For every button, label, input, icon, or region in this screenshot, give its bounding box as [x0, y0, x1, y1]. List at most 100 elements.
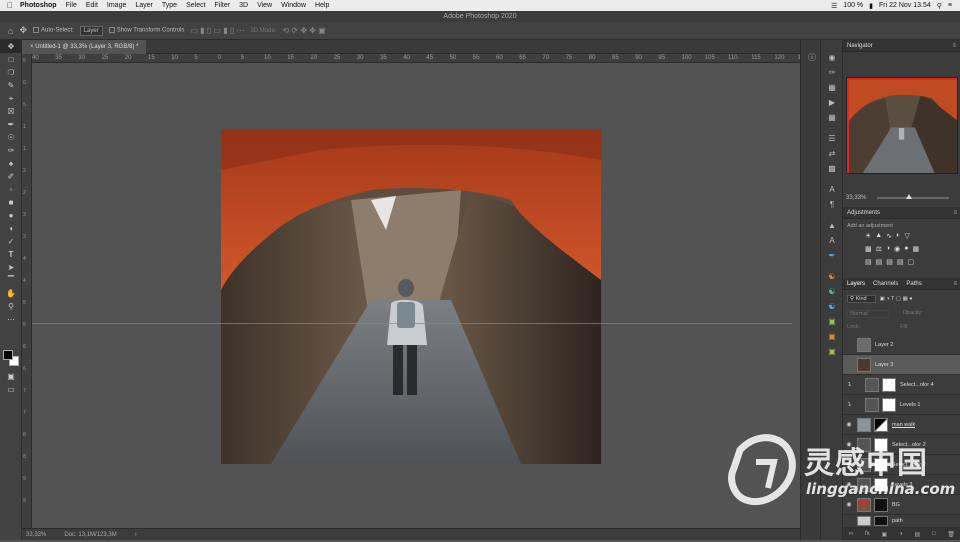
brightness-icon[interactable]: ☀ — [865, 232, 871, 240]
photo-filter-icon[interactable]: ◉ — [894, 245, 900, 253]
move-tool-icon[interactable]: ✥ — [19, 25, 27, 36]
transform-controls-checkbox[interactable]: Show Transform Controls — [108, 27, 184, 34]
tab-layers[interactable]: Layers — [847, 281, 865, 287]
layer-name[interactable]: Layer 3 — [875, 362, 893, 368]
menu-edit[interactable]: Edit — [86, 2, 98, 9]
plugin-icon-2[interactable]: ☯ — [821, 284, 843, 299]
menu-image[interactable]: Image — [107, 2, 126, 9]
layer-name[interactable]: Select...olor 2 — [892, 442, 926, 448]
layer-mask-thumbnail[interactable] — [874, 477, 888, 492]
layer-name[interactable]: Select...olor 2 — [892, 462, 926, 468]
properties-icon[interactable]: ☰ — [821, 131, 843, 146]
layer-mask-thumbnail[interactable] — [882, 377, 896, 392]
layer-row[interactable]: ◉ BG — [843, 495, 960, 515]
brush-tool-icon[interactable]: ✑ — [0, 144, 22, 157]
plugin-icon-5[interactable]: ▣ — [821, 329, 843, 344]
menu-filter[interactable]: Filter — [215, 2, 231, 9]
layer-name[interactable]: path — [892, 518, 903, 524]
color-balance-icon[interactable]: ⚖ — [876, 245, 882, 253]
hue-sat-icon[interactable]: ▩ — [865, 245, 872, 253]
adjust-icon[interactable]: ⇄ — [821, 146, 843, 161]
opacity-label[interactable]: Opacity: — [903, 310, 923, 318]
history-icon[interactable]: ◉ — [821, 50, 843, 65]
3d-mode-icons[interactable]: ⟲ ⟳ ✥ ✥ ▣ — [282, 26, 325, 35]
search-icon[interactable]: ⚲ — [937, 2, 942, 10]
lock-label[interactable]: Lock: — [847, 324, 860, 330]
layer-row[interactable]: ◉ Select...olor 2 — [843, 455, 960, 475]
layer-row[interactable]: path — [843, 515, 960, 528]
fx-icon[interactable]: fx — [865, 531, 870, 537]
layer-row-selected[interactable]: Layer 3 — [843, 355, 960, 375]
close-icon[interactable]: × — [30, 44, 34, 50]
navigator-view-frame[interactable] — [847, 78, 957, 173]
menu-list-icon[interactable]: ≡ — [948, 2, 952, 9]
layer-name[interactable]: Layer 2 — [875, 342, 893, 348]
brush-settings-icon[interactable]: ✑ — [821, 65, 843, 80]
layer-row[interactable]: Layer 2 — [843, 335, 960, 355]
layer-mask-thumbnail[interactable] — [874, 417, 888, 432]
adjustment-layer-icon[interactable]: ◑ — [899, 531, 903, 537]
eye-icon[interactable]: ◉ — [843, 461, 855, 468]
layer-mask-thumbnail[interactable] — [874, 457, 888, 472]
menu-help[interactable]: Help — [315, 2, 329, 9]
blend-mode-select[interactable]: Normal — [847, 310, 889, 318]
channel-mixer-icon[interactable]: ● — [904, 245, 908, 253]
panel-menu-icon[interactable]: ≡ — [953, 281, 957, 287]
eye-icon[interactable]: ◉ — [843, 421, 855, 428]
screen-mode-icon[interactable]: ▭ — [0, 383, 22, 396]
mask-icon[interactable]: ▣ — [882, 531, 888, 538]
layer-name[interactable]: man walk — [892, 422, 915, 428]
libraries-icon[interactable]: ▩ — [821, 161, 843, 176]
healing-tool-icon[interactable]: ☉ — [0, 131, 22, 144]
layer-row[interactable]: ↴ Levels 1 — [843, 395, 960, 415]
eraser-tool-icon[interactable]: ▫ — [0, 183, 22, 196]
horizontal-guide[interactable] — [32, 323, 792, 324]
pen-tool-icon[interactable]: ✓ — [0, 235, 22, 248]
adjustments-header[interactable]: Adjustments ≡ — [843, 207, 960, 219]
layer-filter-kind[interactable]: ⚲ Kind — [847, 295, 876, 303]
navigator-header[interactable]: Navigator ≡ — [843, 40, 960, 52]
fill-label[interactable]: Fill: — [900, 324, 909, 330]
vertical-ruler[interactable]: 5 0 5 1 1 2 2 3 3 4 4 5 5 6 6 7 7 8 8 9 9 — [22, 54, 32, 528]
character-icon[interactable]: A — [821, 182, 843, 197]
3d-icon[interactable]: ▲ — [821, 218, 843, 233]
navigator-zoom-slider[interactable] — [877, 194, 949, 199]
crop-tool-icon[interactable]: ⌖ — [0, 92, 22, 105]
link-icon[interactable]: ∞ — [849, 531, 853, 537]
menu-window[interactable]: Window — [281, 2, 306, 9]
swatches-icon[interactable]: ▦ — [821, 80, 843, 95]
menu-layer[interactable]: Layer — [135, 2, 153, 9]
eye-icon[interactable]: ◉ — [843, 501, 855, 508]
layer-mask-thumbnail[interactable] — [874, 437, 888, 452]
wifi-icon[interactable]: ☰ — [831, 2, 837, 10]
bw-icon[interactable]: ◑ — [886, 245, 890, 253]
dodge-tool-icon[interactable]: ◖ — [0, 222, 22, 235]
actions-icon[interactable]: ▶ — [821, 95, 843, 110]
path-select-tool-icon[interactable]: ➤ — [0, 261, 22, 274]
shape-tool-icon[interactable]: ▔ — [0, 274, 22, 287]
battery-level[interactable]: 100 % — [843, 2, 863, 9]
layer-name[interactable]: Levels 3 — [892, 482, 913, 488]
plugin-icon-6[interactable]: ▣ — [821, 344, 843, 359]
menu-view[interactable]: View — [257, 2, 272, 9]
gradient-tool-icon[interactable]: ■ — [0, 196, 22, 209]
apple-icon[interactable]:  — [0, 1, 20, 10]
zoom-level[interactable]: 33,33% — [26, 532, 46, 538]
threshold-icon[interactable]: ▤ — [886, 258, 893, 266]
glyphs-icon[interactable]: A — [821, 233, 843, 248]
gradient-map-icon[interactable]: ▤ — [897, 258, 904, 266]
layer-mask-thumbnail[interactable] — [882, 397, 896, 412]
panel-menu-icon[interactable]: ≡ — [952, 43, 956, 49]
lasso-tool-icon[interactable]: ❍ — [0, 66, 22, 79]
eye-icon[interactable]: ◉ — [843, 481, 855, 488]
layer-mask-thumbnail[interactable] — [874, 516, 888, 526]
color-swatches[interactable] — [3, 350, 19, 366]
menu-3d[interactable]: 3D — [239, 2, 248, 9]
menu-type[interactable]: Type — [162, 2, 177, 9]
layer-mask-thumbnail[interactable] — [874, 497, 888, 512]
plugin-icon-1[interactable]: ☯ — [821, 269, 843, 284]
tab-paths[interactable]: Paths — [906, 281, 921, 287]
home-icon[interactable]: ⌂ — [8, 26, 13, 36]
zoom-tool-icon[interactable]: ⚲ — [0, 300, 22, 313]
paragraph-icon[interactable]: ¶ — [821, 197, 843, 212]
